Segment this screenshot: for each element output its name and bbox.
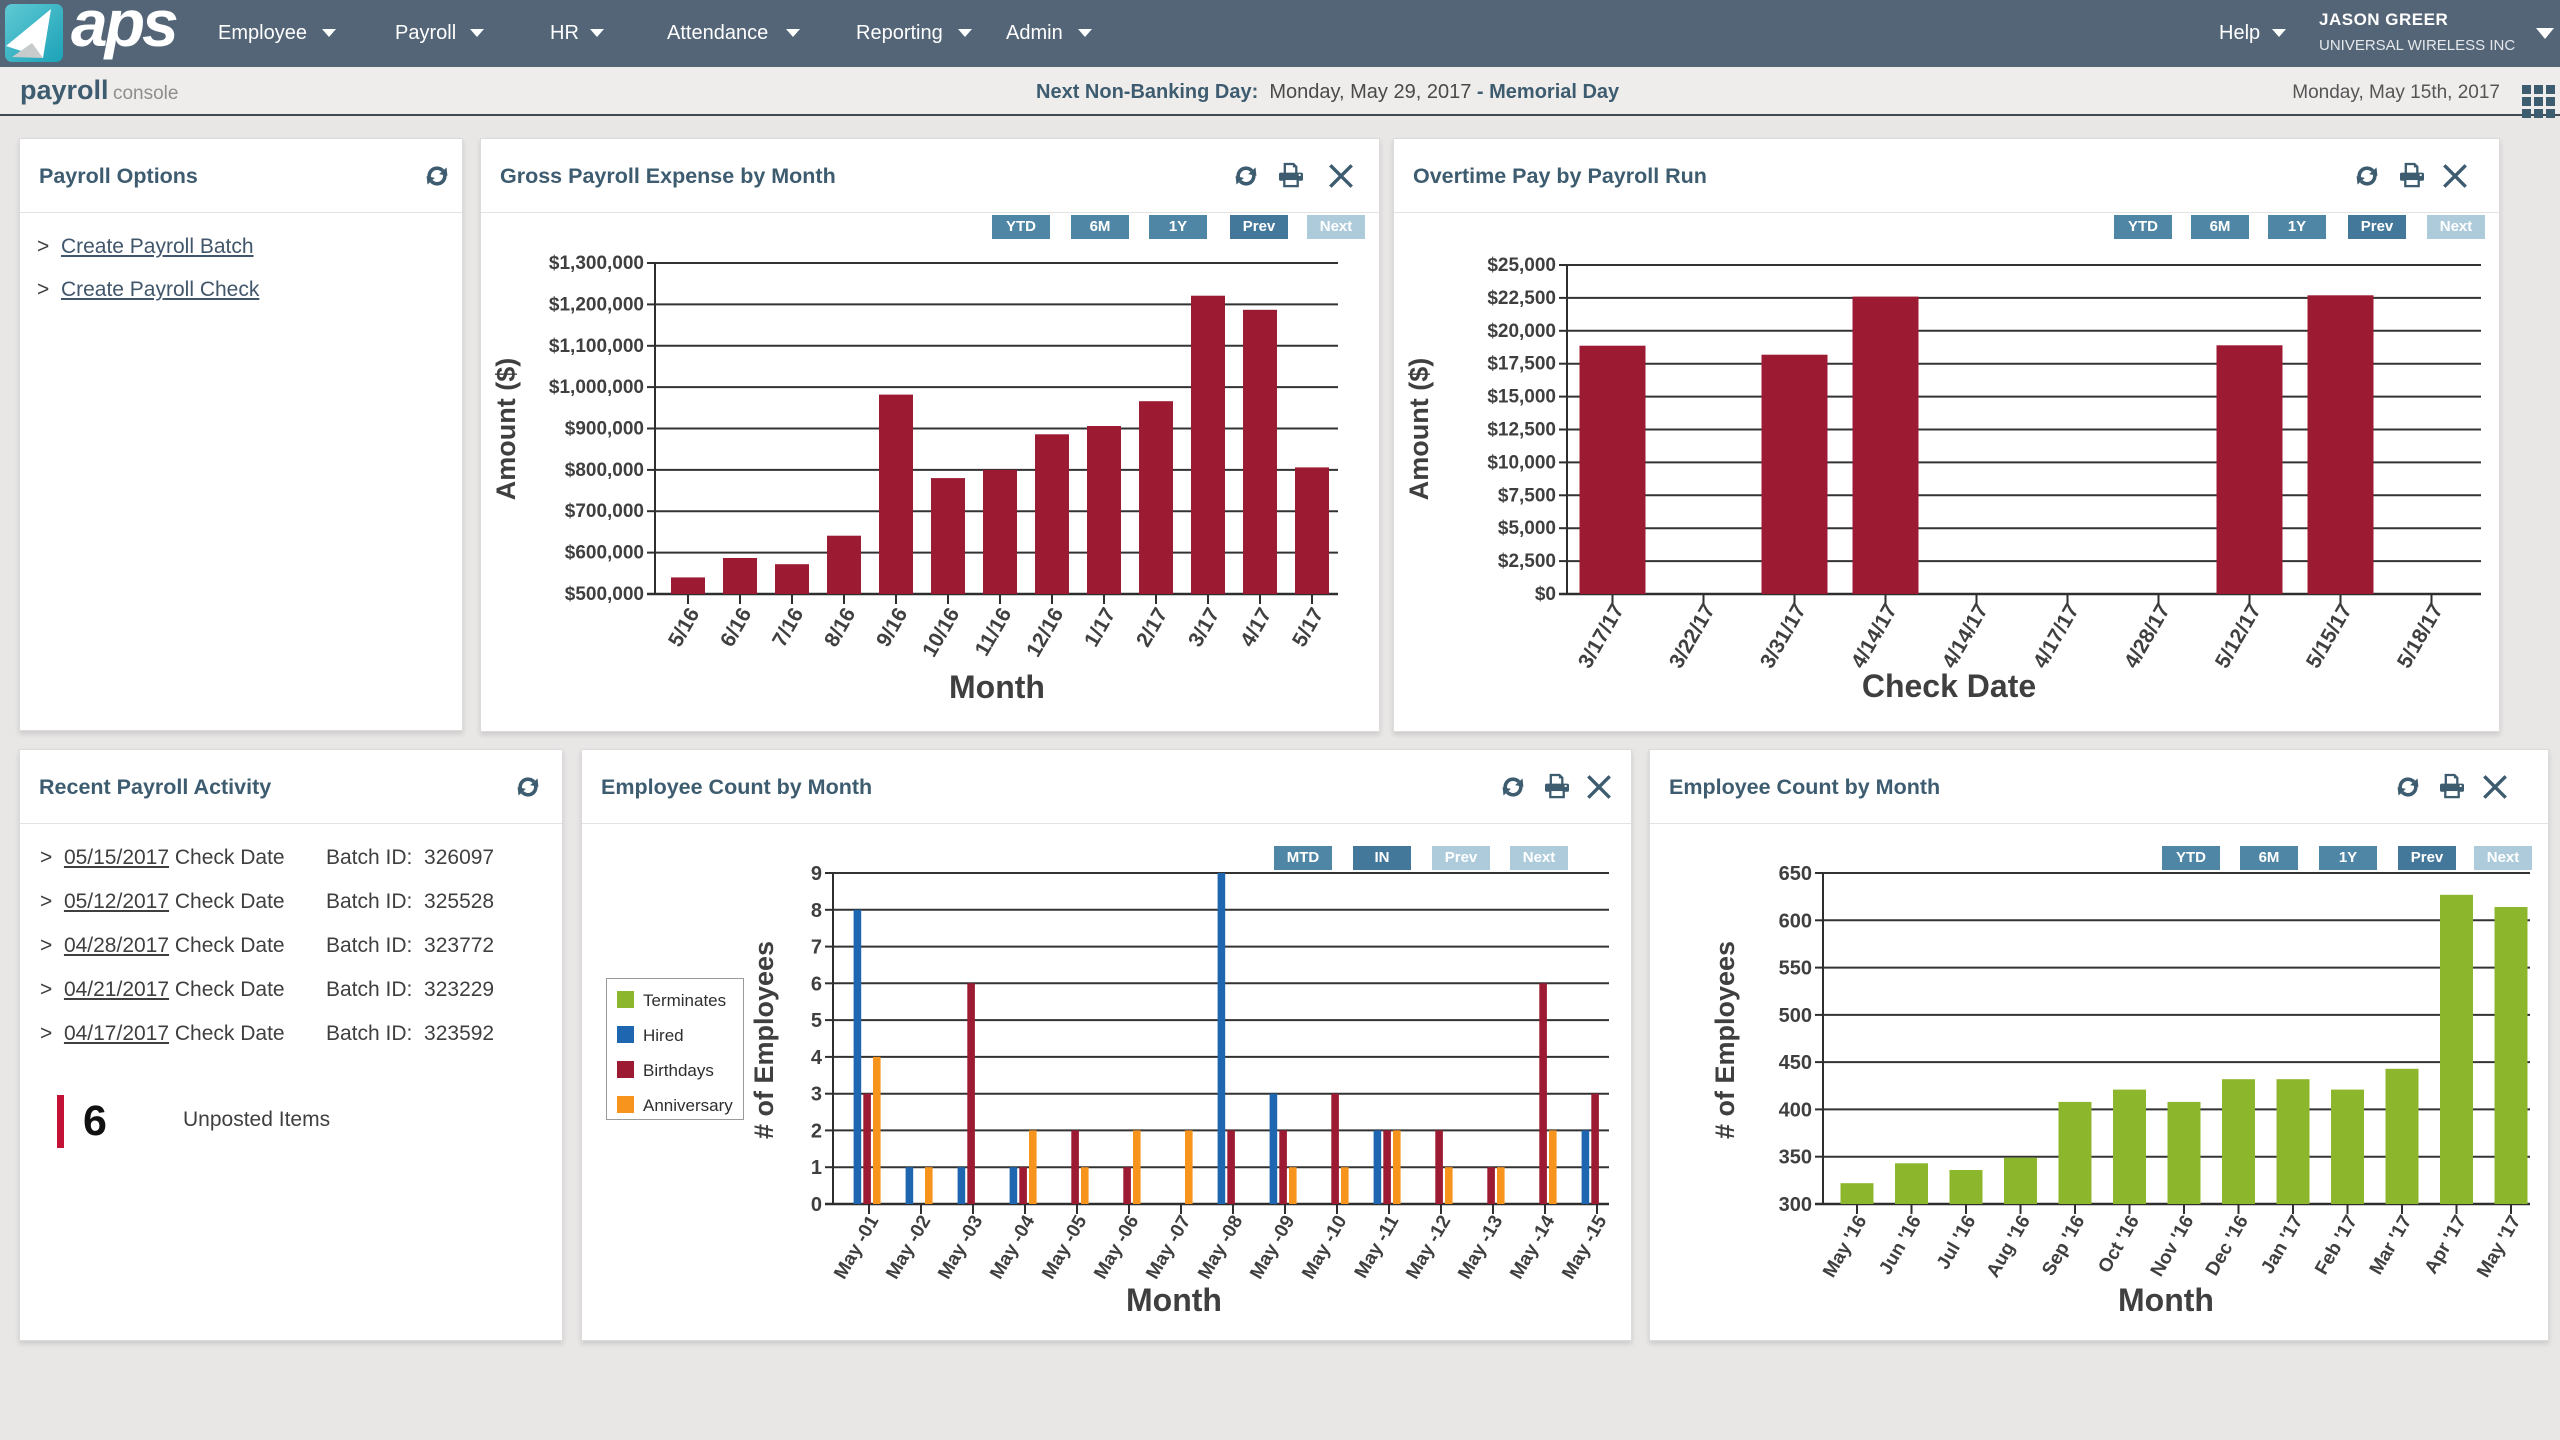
svg-text:10/16: 10/16 — [918, 604, 964, 661]
svg-text:$20,000: $20,000 — [1487, 321, 1556, 342]
svg-text:3/22/17: 3/22/17 — [1665, 600, 1720, 672]
svg-text:3/31/17: 3/31/17 — [1756, 600, 1811, 672]
svg-text:Month: Month — [1126, 1282, 1222, 1318]
svg-text:$800,000: $800,000 — [565, 460, 644, 481]
svg-text:Mar '17: Mar '17 — [2366, 1212, 2417, 1279]
svg-text:550: 550 — [1779, 958, 1812, 980]
svg-text:Sep '16: Sep '16 — [2038, 1212, 2089, 1279]
svg-text:4/17/17: 4/17/17 — [2029, 600, 2084, 672]
svg-text:Nov '16: Nov '16 — [2147, 1212, 2199, 1280]
svg-text:Feb '17: Feb '17 — [2311, 1212, 2362, 1279]
svg-text:May -06: May -06 — [1090, 1212, 1143, 1283]
svg-text:Dec '16: Dec '16 — [2202, 1212, 2253, 1279]
svg-text:May -12: May -12 — [1402, 1212, 1455, 1283]
svg-text:4/14/17: 4/14/17 — [1938, 600, 1993, 672]
svg-text:5/16: 5/16 — [664, 604, 704, 651]
svg-text:650: 650 — [1779, 863, 1812, 885]
svg-text:4/28/17: 4/28/17 — [2120, 600, 2175, 672]
svg-text:500: 500 — [1779, 1005, 1812, 1027]
svg-text:Amount ($): Amount ($) — [491, 358, 521, 500]
svg-text:9/16: 9/16 — [872, 604, 912, 651]
svg-text:300: 300 — [1779, 1194, 1812, 1216]
svg-text:$1,000,000: $1,000,000 — [549, 377, 644, 398]
svg-text:May -11: May -11 — [1351, 1212, 1404, 1282]
svg-text:$700,000: $700,000 — [565, 501, 644, 522]
svg-text:May -02: May -02 — [882, 1212, 935, 1283]
svg-text:Jun '16: Jun '16 — [1875, 1212, 1926, 1279]
svg-text:$500,000: $500,000 — [565, 584, 644, 605]
svg-text:Amount ($): Amount ($) — [1404, 358, 1434, 500]
svg-text:1/17: 1/17 — [1080, 604, 1120, 651]
svg-text:3/17/17: 3/17/17 — [1574, 600, 1629, 672]
svg-text:11/16: 11/16 — [971, 604, 1017, 660]
svg-text:3/17: 3/17 — [1184, 604, 1224, 651]
svg-text:Aug '16: Aug '16 — [1983, 1212, 2035, 1281]
svg-text:Check Date: Check Date — [1862, 668, 2036, 704]
svg-text:6: 6 — [811, 973, 822, 995]
svg-text:6/16: 6/16 — [716, 604, 756, 651]
svg-text:350: 350 — [1779, 1147, 1812, 1169]
svg-text:7: 7 — [811, 937, 822, 959]
svg-text:May '16: May '16 — [1819, 1212, 1871, 1281]
svg-text:$10,000: $10,000 — [1487, 452, 1556, 473]
svg-text:May -05: May -05 — [1038, 1212, 1091, 1283]
svg-text:4: 4 — [811, 1047, 823, 1069]
svg-text:5: 5 — [811, 1010, 822, 1032]
svg-text:May -07: May -07 — [1142, 1212, 1195, 1283]
svg-text:$5,000: $5,000 — [1498, 518, 1556, 539]
svg-text:Month: Month — [2118, 1282, 2214, 1318]
svg-text:5/17: 5/17 — [1288, 604, 1328, 651]
svg-text:May -08: May -08 — [1194, 1212, 1247, 1283]
svg-text:$900,000: $900,000 — [565, 419, 644, 440]
svg-text:Oct '16: Oct '16 — [2094, 1212, 2143, 1277]
svg-text:8/16: 8/16 — [820, 604, 860, 651]
svg-text:$1,100,000: $1,100,000 — [549, 336, 644, 357]
svg-text:2/17: 2/17 — [1132, 604, 1172, 651]
svg-text:450: 450 — [1779, 1052, 1812, 1074]
svg-text:$17,500: $17,500 — [1487, 354, 1556, 375]
svg-text:May -13: May -13 — [1454, 1212, 1507, 1283]
svg-text:$22,500: $22,500 — [1487, 288, 1556, 309]
svg-text:400: 400 — [1779, 1099, 1812, 1121]
svg-text:$1,300,000: $1,300,000 — [549, 253, 644, 274]
svg-text:5/18/17: 5/18/17 — [2393, 600, 2448, 672]
svg-text:5/15/17: 5/15/17 — [2302, 600, 2357, 672]
svg-text:4/14/17: 4/14/17 — [1847, 600, 1902, 672]
svg-text:Jan '17: Jan '17 — [2257, 1212, 2307, 1278]
svg-text:May -15: May -15 — [1558, 1212, 1611, 1283]
svg-text:9: 9 — [811, 863, 822, 885]
svg-text:May -04: May -04 — [986, 1212, 1039, 1283]
svg-text:7/16: 7/16 — [768, 604, 808, 651]
svg-text:May '17: May '17 — [2473, 1212, 2525, 1281]
svg-text:May -14: May -14 — [1506, 1212, 1559, 1283]
svg-text:Jul '16: Jul '16 — [1933, 1212, 1980, 1273]
svg-text:$7,500: $7,500 — [1498, 485, 1556, 506]
svg-text:Apr '17: Apr '17 — [2421, 1212, 2471, 1278]
svg-text:$15,000: $15,000 — [1487, 387, 1556, 408]
svg-text:$12,500: $12,500 — [1487, 420, 1556, 441]
svg-text:May -10: May -10 — [1298, 1212, 1351, 1283]
svg-text:12/16: 12/16 — [1022, 604, 1068, 661]
svg-text:$0: $0 — [1535, 584, 1556, 605]
svg-text:$1,200,000: $1,200,000 — [549, 294, 644, 315]
svg-text:$25,000: $25,000 — [1487, 255, 1556, 276]
svg-text:May -01: May -01 — [830, 1212, 883, 1283]
svg-text:May -09: May -09 — [1246, 1212, 1299, 1283]
svg-text:1: 1 — [811, 1157, 822, 1179]
svg-text:3: 3 — [811, 1084, 822, 1106]
svg-text:May -03: May -03 — [934, 1212, 987, 1283]
svg-text:# of Employees: # of Employees — [1710, 941, 1740, 1139]
svg-text:5/12/17: 5/12/17 — [2211, 600, 2266, 672]
svg-text:0: 0 — [811, 1194, 822, 1216]
svg-text:8: 8 — [811, 900, 822, 922]
svg-text:4/17: 4/17 — [1236, 604, 1276, 651]
svg-text:# of Employees: # of Employees — [749, 941, 779, 1139]
svg-text:$600,000: $600,000 — [565, 543, 644, 564]
svg-text:$2,500: $2,500 — [1498, 551, 1556, 572]
svg-text:2: 2 — [811, 1120, 822, 1142]
svg-text:600: 600 — [1779, 910, 1812, 932]
svg-text:Month: Month — [949, 669, 1045, 705]
